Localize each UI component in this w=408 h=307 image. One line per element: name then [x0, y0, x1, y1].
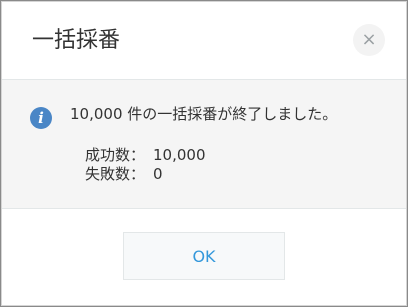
close-icon: ×: [361, 29, 377, 50]
completion-message: 10,000 件の一括採番が終了しました。: [70, 105, 338, 123]
ok-button[interactable]: OK: [123, 232, 285, 280]
dialog-body: i 10,000 件の一括採番が終了しました。 成功数： 10,000 失敗数： 0: [2, 80, 406, 209]
success-label: 成功数：: [85, 146, 146, 164]
success-row: 成功数： 10,000: [85, 146, 206, 165]
dialog-title: 一括採番: [32, 28, 121, 53]
info-icon: i: [30, 107, 52, 129]
result-stats: 成功数： 10,000 失敗数： 0: [85, 146, 206, 184]
success-value: 10,000: [153, 146, 206, 164]
failure-value: 0: [153, 165, 163, 183]
bulk-numbering-dialog: 一括採番 × i 10,000 件の一括採番が終了しました。 成功数： 10,00…: [1, 1, 407, 306]
failure-label: 失敗数：: [85, 165, 146, 183]
dialog-header: 一括採番 ×: [2, 2, 406, 80]
dialog-footer: OK: [2, 209, 406, 305]
info-icon-glyph: i: [38, 109, 44, 127]
failure-row: 失敗数： 0: [85, 165, 206, 184]
close-button[interactable]: ×: [353, 24, 385, 56]
